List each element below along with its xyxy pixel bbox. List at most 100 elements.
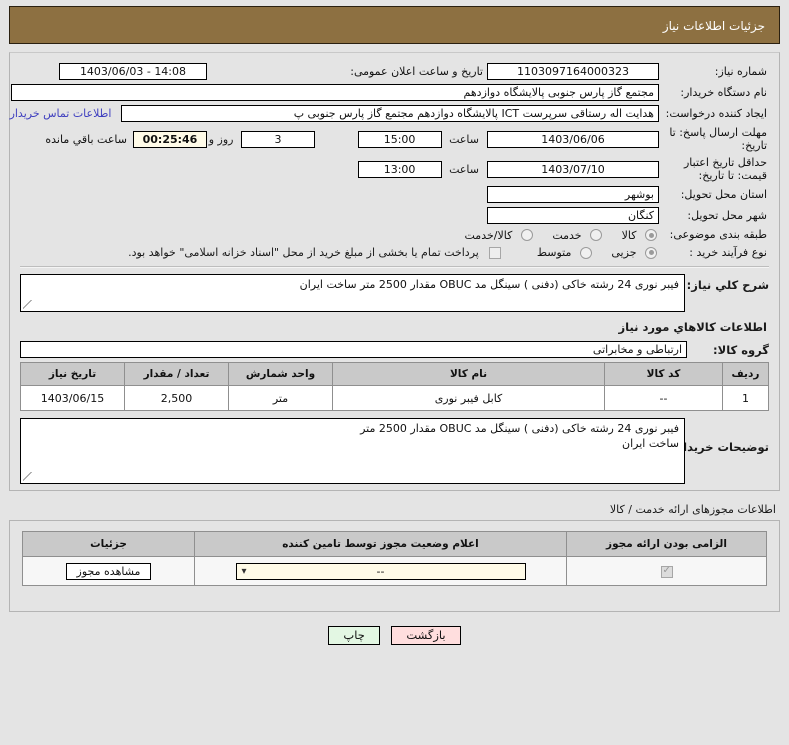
buyer-contact-link[interactable]: اطلاعات تماس خریدار [10, 107, 118, 120]
permit-status-value: -- [376, 564, 385, 578]
row-creator: ایجاد کننده درخواست: هدایت اله رستاقی سر… [9, 103, 769, 124]
goods-col-unit: واحد شمارش [228, 362, 333, 386]
row-deadline: مهلت ارسال پاسخ: تا تاریخ: 1403/06/06 سا… [9, 124, 769, 154]
view-permit-button[interactable]: مشاهده مجوز [65, 562, 152, 580]
goods-table: ردیف کد کالا نام کالا واحد شمارش تعداد /… [20, 362, 769, 411]
city-cell: کنگان [485, 205, 661, 226]
goods-col-name: نام کالا [332, 362, 605, 386]
permits-col-details: جزئیات [22, 531, 195, 557]
days-cell: 3 روز و [209, 124, 317, 154]
city-label: شهر محل تحویل: [687, 209, 767, 222]
deadline-hour-label: ساعت [449, 132, 479, 146]
buyer-org-value: مجتمع گاز پارس جنوبی پالایشگاه دوازدهم [10, 84, 659, 101]
goods-group-label: گروه کالا: [713, 342, 769, 357]
permit-required-checkbox [660, 565, 673, 578]
permits-header-row: الزامی بودن ارائه مجوز اعلام وضعیت مجوز … [22, 531, 767, 557]
page-root: irtender.net جزئیات اطلاعات نیاز شماره ن… [0, 0, 789, 745]
deadline-time-cell: ساعت 15:00 [317, 124, 485, 154]
price-validity-time-cell: ساعت 13:00 [317, 154, 485, 184]
goods-cell-date: 1403/06/15 [20, 385, 125, 411]
radio-process-motevaset-label: متوسط [536, 246, 572, 259]
row-price-validity: حداقل تاریخ اعتبار قیمت: تا تاریخ: 1403/… [9, 154, 769, 184]
main-panel: شماره نیاز: 1103097164000323 تاریخ و ساع… [9, 52, 780, 491]
radio-classification-kala-khedmat[interactable] [520, 229, 533, 241]
row-purchase-process: نوع فرآیند خرید : جزیی متوسط پرداخت تمام… [9, 244, 769, 262]
countdown-value: 00:25:46 [132, 130, 207, 148]
creator-label: ایجاد کننده درخواست: [665, 107, 767, 120]
row-province: استان محل تحویل: بوشهر [9, 184, 769, 205]
goods-cell-unit: متر [228, 385, 333, 411]
goods-cell-qty: 2,500 [124, 385, 229, 411]
province-cell: بوشهر [485, 184, 661, 205]
radio-classification-kala[interactable] [645, 229, 657, 241]
buyer-notes-label: توضیحات خریدار: [671, 440, 769, 454]
treasury-note-label: پرداخت تمام یا بخشی از مبلغ خرید از محل … [128, 246, 479, 259]
radio-classification-kala-khedmat-label: کالا/خدمت [464, 228, 513, 242]
goods-cell-code: -- [604, 385, 723, 411]
creator-cell: هدایت اله رستاقی سرپرست ICT پالایشگاه دو… [9, 103, 661, 124]
summary-row: شرح کلي نیاز: فیبر نوری 24 رشته خاکی (دف… [20, 274, 769, 312]
permits-section-title: اطلاعات مجوزهای ارائه خدمت / کالا [609, 503, 776, 516]
city-spacer [9, 205, 485, 226]
days-remaining-value: 3 [241, 130, 315, 148]
buyer-notes-row: توضیحات خریدار: فیبر نوری 24 رشته خاکی (… [20, 418, 769, 484]
treasury-checkbox[interactable] [489, 246, 502, 259]
radio-classification-khedmat[interactable] [590, 229, 603, 241]
permits-col-status: اعلام وضعیت مجوز توسط تامین کننده [194, 531, 567, 557]
goods-col-qty: تعداد / مقدار [124, 362, 229, 386]
goods-col-date: تاریخ نیاز [20, 362, 125, 386]
buyer-org-cell: مجتمع گاز پارس جنوبی پالایشگاه دوازدهم [9, 82, 661, 103]
permits-table: الزامی بودن ارائه مجوز اعلام وضعیت مجوز … [22, 531, 767, 586]
radio-classification-khedmat-label: خدمت [552, 228, 582, 242]
goods-group-row: گروه کالا: ارتباطی و مخابراتی [20, 341, 769, 358]
table-row: ▾ -- مشاهده مجوز [22, 556, 767, 586]
price-validity-date-cell: 1403/07/10 [485, 154, 661, 184]
row-buyer-org: نام دستگاه خریدار: مجتمع گاز پارس جنوبی … [9, 82, 769, 103]
days-unit-label: روز و [208, 132, 234, 146]
purchase-process-label: نوع فرآیند خرید : [689, 245, 767, 259]
permits-cell-required [566, 556, 767, 586]
row-city: شهر محل تحویل: کنگان [9, 205, 769, 226]
summary-textarea[interactable]: فیبر نوری 24 رشته خاکی (دفنی ) سینگل مد … [20, 274, 685, 312]
permits-col-required: الزامی بودن ارائه مجوز [566, 531, 767, 557]
goods-table-header-row: ردیف کد کالا نام کالا واحد شمارش تعداد /… [20, 362, 769, 386]
announce-cell: 14:08 - 1403/06/03 [9, 61, 209, 82]
radio-classification-kala-label: کالا [621, 228, 637, 242]
main-panel-inner: شماره نیاز: 1103097164000323 تاریخ و ساع… [10, 53, 779, 490]
chevron-down-icon: ▾ [241, 565, 247, 577]
footer-actions: بازگشت چاپ [0, 626, 789, 645]
print-button[interactable]: چاپ [328, 626, 380, 645]
need-info-form: شماره نیاز: 1103097164000323 تاریخ و ساع… [9, 61, 769, 261]
need-number-label: شماره نیاز: [714, 65, 767, 78]
goods-section-title: اطلاعات کالاهاي مورد نیاز [618, 320, 767, 334]
deadline-label: مهلت ارسال پاسخ: تا تاریخ: [669, 126, 767, 152]
countdown-suffix-label: ساعت باقي مانده [45, 132, 127, 146]
table-row: 1 -- کابل فیبر نوری متر 2,500 1403/06/15 [20, 385, 769, 411]
divider-1 [20, 266, 769, 268]
buyer-notes-textarea[interactable]: فیبر نوری 24 رشته خاکی (دفنی ) سینگل مد … [20, 418, 685, 484]
city-value: کنگان [487, 207, 659, 224]
radio-process-jozi[interactable] [645, 246, 657, 259]
announce-value: 14:08 - 1403/06/03 [58, 63, 207, 80]
price-validity-date-value: 1403/07/10 [487, 160, 659, 178]
need-number-cell: 1103097164000323 [485, 61, 661, 82]
classification-label: طبقه بندی موضوعی: [669, 228, 767, 242]
province-spacer [9, 184, 485, 205]
permit-status-select[interactable]: ▾ -- [235, 562, 526, 580]
radio-process-jozi-label: جزیی [611, 246, 637, 259]
purchase-process-options: جزیی متوسط پرداخت تمام یا بخشی از مبلغ خ… [9, 244, 661, 262]
goods-cell-row: 1 [722, 385, 769, 411]
permits-cell-status: ▾ -- [194, 556, 567, 586]
countdown-cell: 00:25:46 [129, 124, 209, 154]
row-need-number: شماره نیاز: 1103097164000323 تاریخ و ساع… [9, 61, 769, 82]
row-classification: طبقه بندی موضوعی: کالا خدمت کالا/خدمت [9, 226, 769, 244]
radio-process-motevaset[interactable] [579, 246, 592, 259]
header-wrapper: جزئیات اطلاعات نیاز [0, 0, 789, 44]
classification-options: کالا خدمت کالا/خدمت [9, 226, 661, 244]
province-label: استان محل تحویل: [680, 188, 767, 201]
back-button[interactable]: بازگشت [391, 626, 461, 645]
need-number-value: 1103097164000323 [487, 63, 659, 80]
permits-panel: الزامی بودن ارائه مجوز اعلام وضعیت مجوز … [9, 520, 780, 612]
deadline-date-cell: 1403/06/06 [485, 124, 661, 154]
page-title: جزئیات اطلاعات نیاز [9, 6, 780, 44]
